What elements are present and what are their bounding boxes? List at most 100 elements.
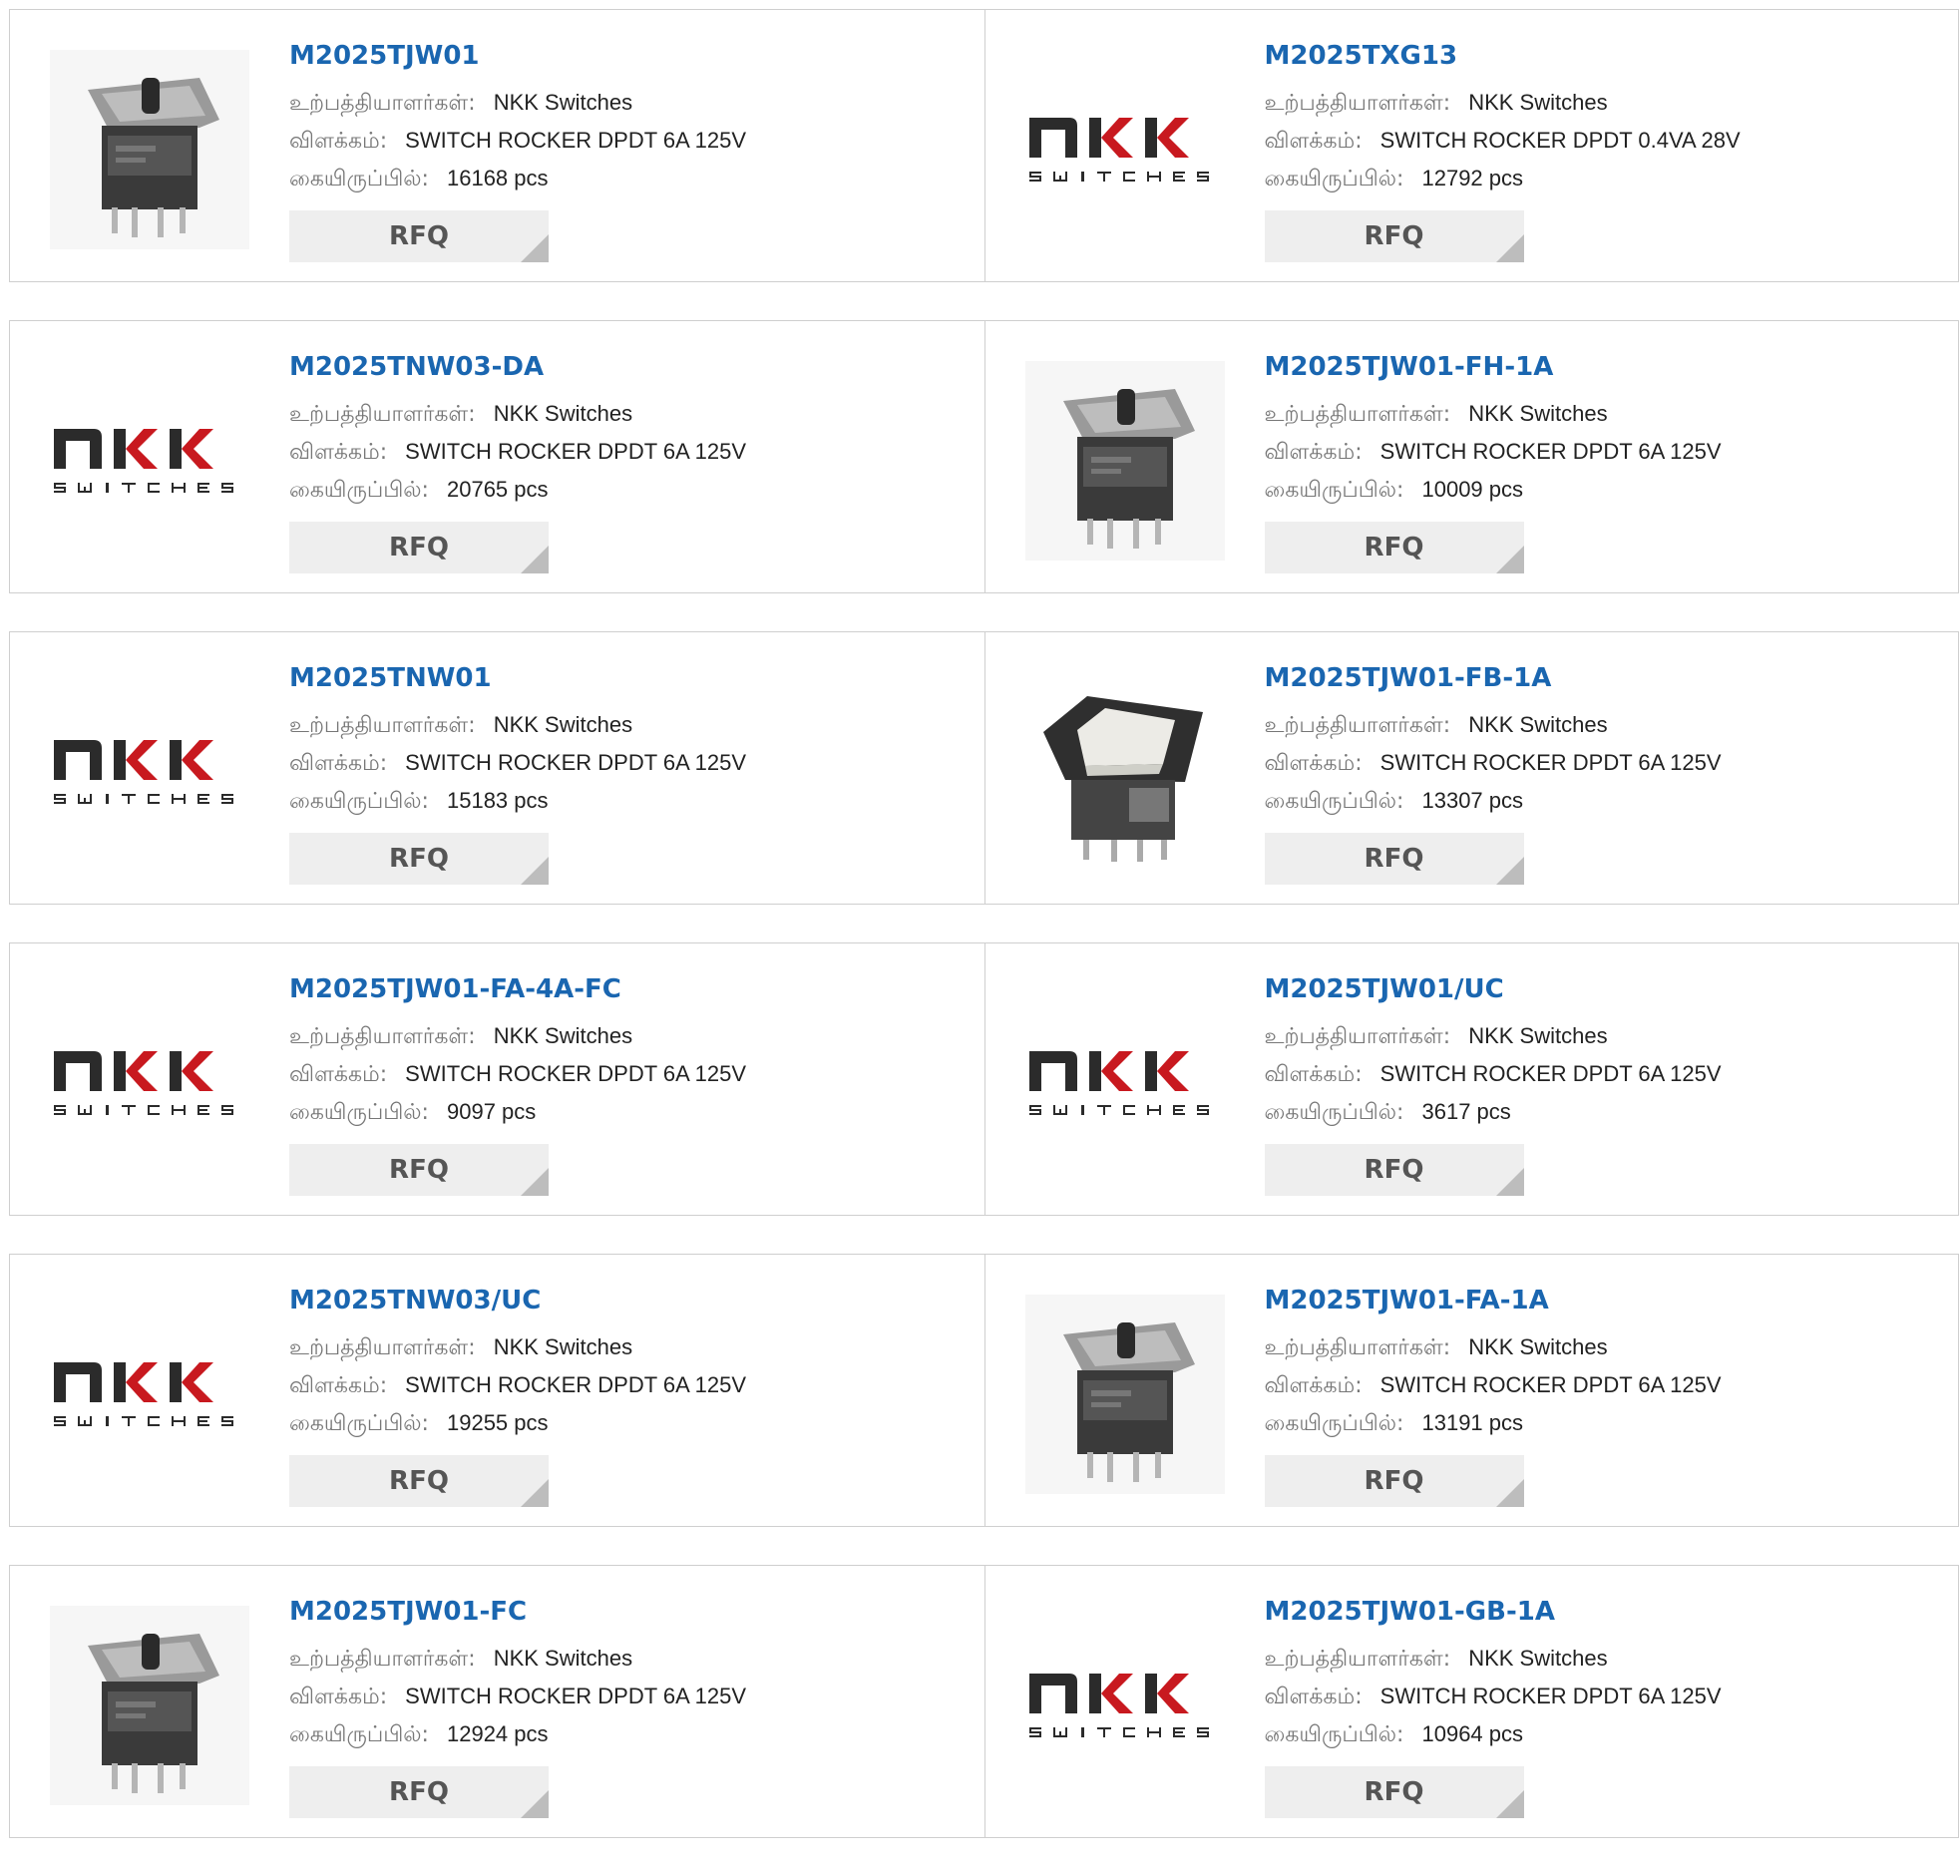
stock-value: 12924 pcs — [446, 1721, 549, 1746]
manufacturer-label: உற்பத்தியாளர்கள்: — [1264, 402, 1451, 427]
product-info: M2025TJW01 உற்பத்தியாளர்கள்: NKK Switches வ… — [289, 40, 965, 262]
product-thumbnail[interactable] — [1024, 361, 1225, 561]
corner-triangle-icon — [1495, 857, 1524, 885]
stock-line: கையிருப்பில்: 10009 pcs — [1265, 471, 1939, 509]
manufacturer-label: உற்பத்தியாளர்கள்: — [289, 713, 476, 738]
manufacturer-line: உற்பத்தியாளர்கள்: NKK Switches — [1265, 1328, 1939, 1366]
stock-value: 15183 pcs — [446, 788, 549, 813]
product-info: M2025TJW01-FA-4A-FC உற்பத்தியாளர்கள்: NKK … — [289, 973, 965, 1196]
product-card: M2025TXG13 உற்பத்தியாளர்கள்: NKK Switches வ… — [983, 10, 1959, 281]
manufacturer-label: உற்பத்தியாளர்கள்: — [1264, 1335, 1451, 1360]
product-thumbnail[interactable] — [50, 983, 249, 1183]
rfq-button-label: RFQ — [1364, 844, 1424, 874]
rocker-switch-photo — [1024, 672, 1225, 872]
part-number-link[interactable]: M2025TJW01-FB-1A — [1265, 662, 1939, 694]
rfq-button[interactable]: RFQ — [289, 1144, 549, 1196]
product-thumbnail[interactable] — [1025, 50, 1225, 249]
stock-value: 10009 pcs — [1421, 477, 1524, 502]
rfq-button-label: RFQ — [1364, 1777, 1424, 1807]
manufacturer-value: NKK Switches — [1468, 1334, 1608, 1359]
product-thumbnail[interactable] — [50, 361, 249, 561]
description-value: SWITCH ROCKER DPDT 6A 125V — [1379, 1372, 1722, 1397]
stock-label: கையிருப்பில்: — [1264, 1411, 1404, 1436]
corner-triangle-icon — [521, 1479, 549, 1507]
stock-value: 16168 pcs — [446, 166, 549, 190]
description-line: விளக்கம்: SWITCH ROCKER DPDT 6A 125V — [1265, 1055, 1939, 1093]
product-thumbnail[interactable] — [50, 1295, 249, 1494]
rfq-button[interactable]: RFQ — [1264, 1766, 1524, 1818]
nkk-logo — [1028, 1051, 1209, 1115]
part-number-link[interactable]: M2025TJW01-FC — [289, 1596, 965, 1628]
rfq-button[interactable]: RFQ — [1264, 1144, 1524, 1196]
corner-triangle-icon — [521, 1168, 549, 1196]
rfq-button[interactable]: RFQ — [289, 1455, 549, 1507]
description-label: விளக்கம்: — [289, 1373, 388, 1398]
manufacturer-label: உற்பத்தியாளர்கள்: — [1264, 1647, 1451, 1672]
toggle-switch-photo — [1024, 1295, 1225, 1494]
rfq-button[interactable]: RFQ — [289, 1766, 549, 1818]
product-info: M2025TNW03-DA உற்பத்தியாளர்கள்: NKK Switch… — [289, 351, 965, 573]
corner-triangle-icon — [521, 234, 549, 262]
description-value: SWITCH ROCKER DPDT 6A 125V — [1379, 750, 1722, 775]
product-card: M2025TNW03/UC உற்பத்தியாளர்கள்: NKK Switch… — [10, 1255, 984, 1526]
product-thumbnail[interactable] — [50, 1606, 249, 1805]
description-label: விளக்கம்: — [1264, 1685, 1363, 1709]
part-number-link[interactable]: M2025TNW01 — [289, 662, 965, 694]
part-number-link[interactable]: M2025TXG13 — [1265, 40, 1939, 72]
rfq-button-label: RFQ — [389, 533, 449, 563]
stock-value: 19255 pcs — [446, 1410, 549, 1435]
product-info: M2025TJW01-FC உற்பத்தியாளர்கள்: NKK Switch… — [289, 1596, 965, 1818]
description-line: விளக்கம்: SWITCH ROCKER DPDT 6A 125V — [289, 1366, 965, 1404]
stock-line: கையிருப்பில்: 10964 pcs — [1265, 1715, 1939, 1753]
product-thumbnail[interactable] — [1024, 672, 1225, 872]
corner-triangle-icon — [521, 857, 549, 885]
product-info: M2025TJW01-FB-1A உற்பத்தியாளர்கள்: NKK Swi… — [1264, 662, 1939, 885]
stock-value: 13307 pcs — [1421, 788, 1524, 813]
product-card: M2025TNW01 உற்பத்தியாளர்கள்: NKK Switches வ… — [10, 632, 984, 904]
description-label: விளக்கம்: — [1264, 1373, 1363, 1398]
rfq-button[interactable]: RFQ — [1264, 833, 1524, 885]
stock-value: 12792 pcs — [1421, 166, 1524, 190]
product-thumbnail[interactable] — [50, 50, 249, 249]
product-thumbnail[interactable] — [50, 672, 249, 872]
part-number-link[interactable]: M2025TJW01 — [289, 40, 965, 72]
description-label: விளக்கம்: — [1264, 129, 1363, 154]
part-number-link[interactable]: M2025TJW01-FA-1A — [1265, 1285, 1939, 1316]
manufacturer-label: உற்பத்தியாளர்கள்: — [289, 91, 476, 116]
stock-label: கையிருப்பில்: — [289, 1411, 429, 1436]
manufacturer-line: உற்பத்தியாளர்கள்: NKK Switches — [289, 1017, 965, 1055]
product-card: M2025TJW01-FA-1A உற்பத்தியாளர்கள்: NKK Swi… — [983, 1255, 1959, 1526]
product-card: M2025TJW01-FA-4A-FC உற்பத்தியாளர்கள்: NKK … — [10, 943, 984, 1215]
product-info: M2025TNW03/UC உற்பத்தியாளர்கள்: NKK Switch… — [289, 1285, 965, 1507]
part-number-link[interactable]: M2025TJW01-FA-4A-FC — [289, 973, 965, 1005]
part-number-link[interactable]: M2025TNW03/UC — [289, 1285, 965, 1316]
rfq-button[interactable]: RFQ — [289, 210, 549, 262]
nkk-logo — [54, 429, 233, 493]
manufacturer-label: உற்பத்தியாளர்கள்: — [1264, 713, 1451, 738]
description-label: விளக்கம்: — [289, 440, 388, 465]
description-value: SWITCH ROCKER DPDT 6A 125V — [1379, 1684, 1722, 1708]
stock-label: கையிருப்பில்: — [1264, 789, 1404, 814]
part-number-link[interactable]: M2025TJW01-GB-1A — [1265, 1596, 1939, 1628]
description-value: SWITCH ROCKER DPDT 6A 125V — [405, 128, 747, 153]
manufacturer-label: உற்பத்தியாளர்கள்: — [289, 1335, 476, 1360]
description-value: SWITCH ROCKER DPDT 6A 125V — [1379, 1061, 1722, 1086]
part-number-link[interactable]: M2025TJW01-FH-1A — [1265, 351, 1939, 383]
stock-value: 9097 pcs — [446, 1099, 537, 1124]
product-thumbnail[interactable] — [1025, 1606, 1225, 1805]
rfq-button[interactable]: RFQ — [1264, 522, 1524, 573]
part-number-link[interactable]: M2025TNW03-DA — [289, 351, 965, 383]
corner-triangle-icon — [1495, 234, 1524, 262]
part-number-link[interactable]: M2025TJW01/UC — [1265, 973, 1939, 1005]
corner-triangle-icon — [1495, 1168, 1524, 1196]
rfq-button-label: RFQ — [389, 221, 449, 251]
manufacturer-value: NKK Switches — [1468, 1646, 1608, 1671]
rfq-button[interactable]: RFQ — [289, 522, 549, 573]
product-thumbnail[interactable] — [1025, 983, 1225, 1183]
corner-triangle-icon — [1495, 546, 1524, 573]
rfq-button[interactable]: RFQ — [1264, 210, 1524, 262]
product-thumbnail[interactable] — [1024, 1295, 1225, 1494]
rfq-button[interactable]: RFQ — [1264, 1455, 1524, 1507]
toggle-switch-photo — [1024, 361, 1225, 561]
rfq-button[interactable]: RFQ — [289, 833, 549, 885]
